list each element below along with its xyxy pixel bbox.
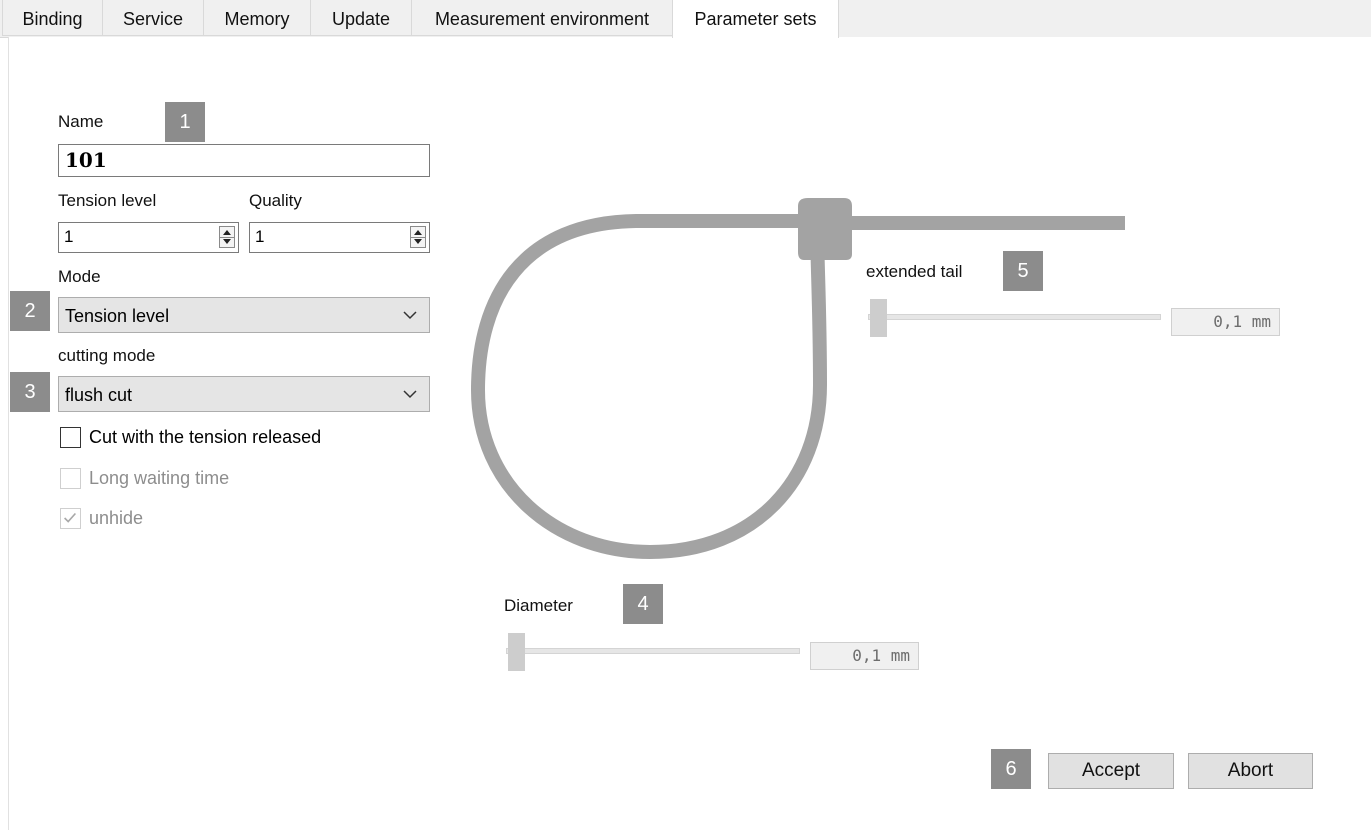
spin-arrows-icon[interactable] <box>219 226 235 248</box>
spin-arrows-icon[interactable] <box>410 226 426 248</box>
diameter-value: 0,1 mm <box>810 642 919 670</box>
unhide-label: unhide <box>89 508 144 528</box>
callout-badge-6: 6 <box>991 749 1031 789</box>
callout-badge-5: 5 <box>1003 251 1043 291</box>
long-waiting-time-label: Long waiting time <box>89 468 230 488</box>
quality-value: 1 <box>255 227 265 246</box>
chevron-down-icon <box>403 390 417 399</box>
unhide-checkbox[interactable] <box>60 508 81 529</box>
tab-memory[interactable]: Memory <box>203 0 311 36</box>
cut-tension-released-label: Cut with the tension released <box>89 427 322 447</box>
cable-tie-diagram <box>470 198 1125 560</box>
accept-button[interactable]: Accept <box>1048 753 1174 789</box>
tab-update[interactable]: Update <box>310 0 412 36</box>
mode-value: Tension level <box>65 306 170 326</box>
name-label: Name <box>58 112 104 131</box>
checkmark-icon <box>64 512 77 523</box>
extended-tail-slider-track[interactable] <box>868 314 1161 320</box>
tab-parameter-sets[interactable]: Parameter sets <box>672 0 839 38</box>
cutting-mode-dropdown[interactable]: flush cut <box>58 376 430 412</box>
name-input[interactable]: 101 <box>58 144 430 177</box>
tension-level-value: 1 <box>64 227 74 246</box>
tab-service[interactable]: Service <box>102 0 204 36</box>
tab-bar: Binding Service Memory Update Measuremen… <box>0 0 1371 38</box>
quality-spinbox[interactable]: 1 <box>249 222 430 253</box>
callout-badge-2: 2 <box>10 291 50 331</box>
callout-badge-1: 1 <box>165 102 205 142</box>
mode-label: Mode <box>58 267 101 286</box>
diameter-label: Diameter <box>504 596 573 615</box>
cutting-mode-value: flush cut <box>65 385 133 405</box>
extended-tail-value: 0,1 mm <box>1171 308 1280 336</box>
quality-label: Quality <box>249 191 302 210</box>
tension-level-label: Tension level <box>58 191 157 210</box>
diameter-slider-thumb[interactable] <box>508 633 525 671</box>
abort-button[interactable]: Abort <box>1188 753 1313 789</box>
extended-tail-slider-thumb[interactable] <box>870 299 887 337</box>
tab-measurement-environment[interactable]: Measurement environment <box>411 0 673 36</box>
extended-tail-label: extended tail <box>866 262 963 281</box>
name-value: 101 <box>65 148 107 172</box>
callout-badge-3: 3 <box>10 372 50 412</box>
long-waiting-time-checkbox[interactable] <box>60 468 81 489</box>
mode-dropdown[interactable]: Tension level <box>58 297 430 333</box>
tab-binding[interactable]: Binding <box>2 0 103 36</box>
diameter-slider-track[interactable] <box>506 648 800 654</box>
tension-level-spinbox[interactable]: 1 <box>58 222 239 253</box>
callout-badge-4: 4 <box>623 584 663 624</box>
chevron-down-icon <box>403 311 417 320</box>
cutting-mode-label: cutting mode <box>58 346 156 365</box>
cut-tension-released-checkbox[interactable] <box>60 427 81 448</box>
